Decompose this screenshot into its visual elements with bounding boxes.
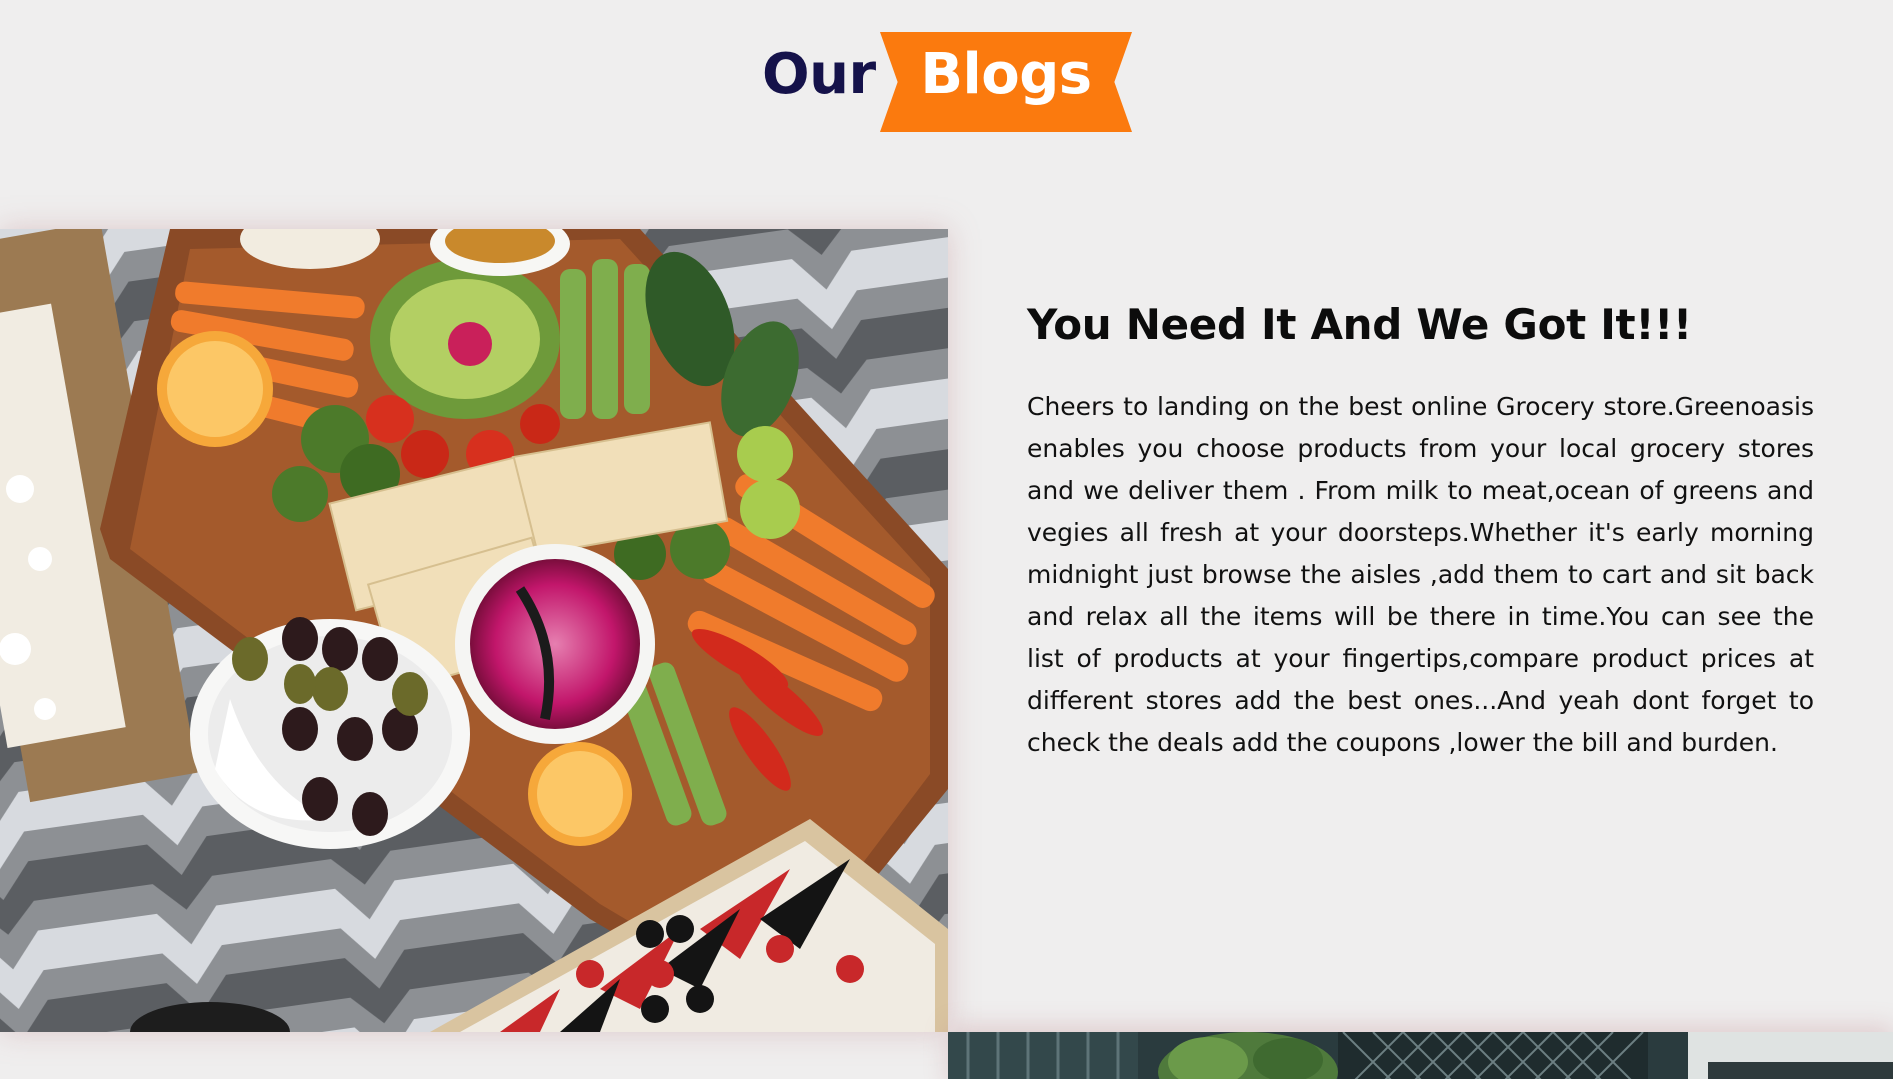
- food-platter-photo-icon: [0, 229, 948, 1032]
- heading-blogs: Blogs: [920, 42, 1092, 107]
- blog-body: Cheers to landing on the best online Gro…: [1027, 392, 1814, 758]
- blog-image: [0, 229, 948, 1032]
- greens-market-photo-icon: [948, 1032, 1893, 1079]
- blogs-page: Our Blogs You Need It And We Got It!!! C…: [0, 0, 1893, 1079]
- heading-our: Our: [762, 42, 876, 107]
- blog-image-2: [948, 1032, 1893, 1079]
- blog-content: You Need It And We Got It!!! Cheers to l…: [1027, 300, 1814, 764]
- section-heading: Our Blogs: [0, 30, 1893, 134]
- blog-title: You Need It And We Got It!!!: [1027, 300, 1692, 349]
